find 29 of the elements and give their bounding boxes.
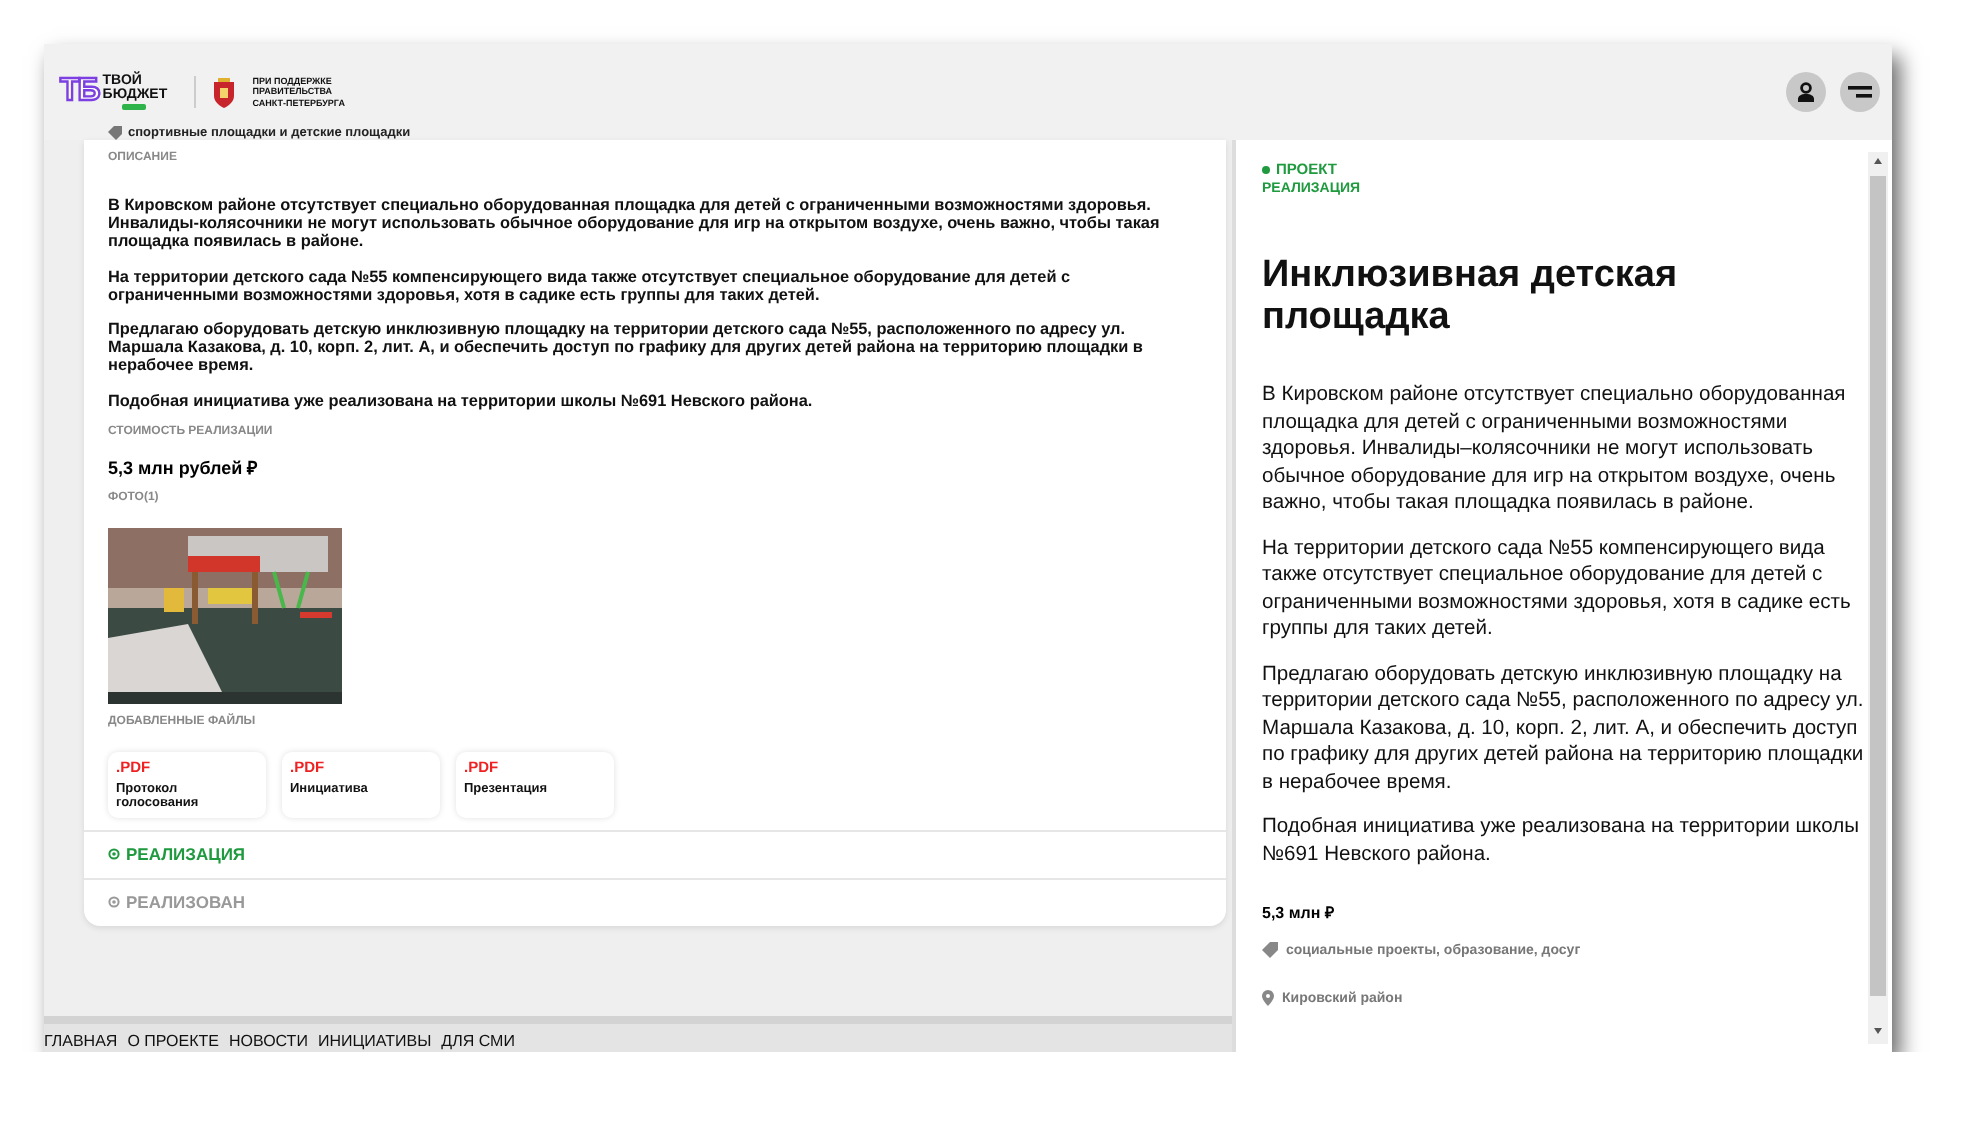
description-paragraph: Подобная инициатива уже реализована на территории школы №691 Невского района. xyxy=(1262,814,1862,868)
logo-badge xyxy=(122,104,147,110)
project-title: Инклюзивная детская площадка xyxy=(1262,254,1680,338)
status-dot-icon xyxy=(1262,165,1270,173)
description-paragraph: В Кировском районе отсутствует специально оборудованная площадка для детей с ограниченными возможностями здоровья. Инвалиды-колясочники не могут использовать обычное оборудование для игр на открытом воздухе, очень важно, чтобы такая площадка появилась в районе. xyxy=(108,196,1162,252)
person-icon xyxy=(1796,82,1816,102)
description-paragraph: В Кировском районе отсутствует специально оборудованная площадка для детей с ограниченными возможностями здоровья. Инвалиды–колясочники не могут использовать обычное оборудование для игр на открытом воздухе, очень важно, чтобы такая площадка появилась в районе. xyxy=(1262,382,1848,517)
tag-icon xyxy=(1262,942,1278,958)
nav-link[interactable]: ДЛЯ СМИ xyxy=(441,1034,515,1050)
nav-link[interactable]: ГЛАВНАЯ xyxy=(44,1034,118,1050)
nav-link[interactable]: ИНИЦИАТИВЫ xyxy=(317,1034,432,1050)
nav-link[interactable]: О ПРОЕКТЕ xyxy=(127,1034,219,1050)
description-paragraph: Предлагаю оборудовать детскую инклюзивную площадку на территории детского сада №55, расположенного по адресу ул. Маршала Казакова, д. 10, корп. 2, лит. А, и обеспечить доступ по графику для других детей района на территорию площадки в нерабочее время. xyxy=(1262,661,1866,796)
profile-button[interactable] xyxy=(1786,72,1826,112)
circle-icon xyxy=(108,848,120,861)
location-pin-icon xyxy=(1262,990,1274,1006)
nav-link[interactable]: НОВОСТИ xyxy=(229,1034,308,1050)
cost-value: 5,3 млн ₽ xyxy=(1262,902,1337,922)
description-paragraph: На территории детского сада №55 компенсирующего вида также отсутствует специальное оборудование для детей с ограниченными возможностями здоровья, хотя в садике есть группы для таких детей. xyxy=(108,267,1073,305)
stage-label: РЕАЛИЗОВАН xyxy=(126,892,245,913)
description-paragraph: Предлагаю оборудовать детскую инклюзивную площадку на территории детского сада №55, расположенного по адресу ул. Маршала Казакова, д. 10, корп. 2, лит. А, и обеспечить доступ по графику для других детей района на территорию площадки в нерабочее время. xyxy=(108,320,1145,376)
menu-icon xyxy=(1848,84,1872,100)
description-paragraph: На территории детского сада №55 компенсирующего вида также отсутствует специальное оборудование для детей с ограниченными возможностями здоровья, хотя в садике есть группы для таких детей. xyxy=(1262,535,1853,643)
menu-button[interactable] xyxy=(1840,72,1880,112)
description-paragraph: Подобная инициатива уже реализована на территории школы №691 Невского района. xyxy=(108,391,815,410)
coat-of-arms-icon xyxy=(212,76,237,108)
stage-label: РЕАЛИЗАЦИЯ xyxy=(126,844,246,865)
circle-icon xyxy=(108,896,120,909)
cost-value: 5,3 млн рублей ₽ xyxy=(108,455,260,480)
